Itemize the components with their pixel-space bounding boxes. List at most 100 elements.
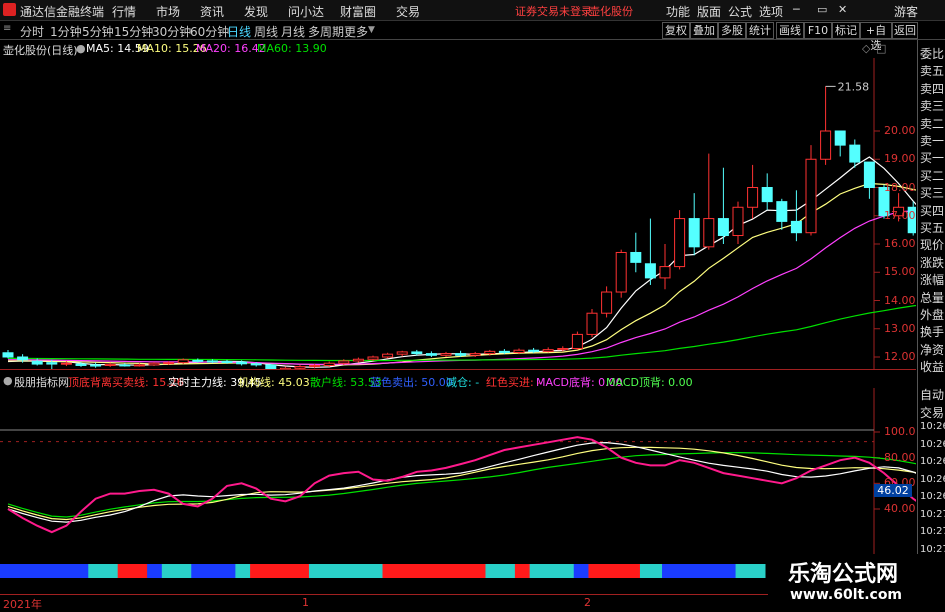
tongji-button[interactable]: 统计 <box>746 22 774 39</box>
signal-bar-segment <box>220 564 229 578</box>
signal-bar-segment <box>500 564 509 578</box>
huaxian-button[interactable]: 画线 <box>776 22 804 39</box>
side-item[interactable]: 卖二 <box>920 115 944 132</box>
candle-body <box>90 364 102 367</box>
signal-bar-segment <box>191 564 200 578</box>
candle-body <box>717 218 729 237</box>
signal-bar-segment <box>470 564 479 578</box>
f10-button[interactable]: F10 <box>804 22 832 39</box>
menu-item-gongneng[interactable]: 功能 <box>666 3 690 20</box>
side-item[interactable]: 卖三 <box>920 97 944 114</box>
side-item[interactable]: 委比 <box>920 45 944 62</box>
signal-bar-segment <box>36 564 45 578</box>
minimize-window-icon[interactable]: ─ <box>793 3 800 16</box>
signal-bar-segment <box>154 564 163 578</box>
side-item[interactable]: 卖一 <box>920 132 944 149</box>
signal-bar-segment <box>132 564 141 578</box>
period-30min[interactable]: 30分钟 <box>152 23 191 40</box>
signal-bar-segment <box>397 564 406 578</box>
trade-login-notice[interactable]: 证券交易未登录 <box>515 3 592 19</box>
y-tick-label: 13.00 <box>884 321 916 335</box>
side-item[interactable]: 卖四 <box>920 80 944 97</box>
side-item[interactable]: 换手 <box>920 323 944 340</box>
period-5min[interactable]: 5分钟 <box>82 23 114 40</box>
candle-body <box>805 158 817 234</box>
watermark-url: www.60lt.com <box>790 587 903 603</box>
menu-item-gongshi[interactable]: 公式 <box>728 3 752 20</box>
side-time-item: 10:27 <box>920 543 945 555</box>
period-more[interactable]: 更多 <box>344 23 368 40</box>
side-item[interactable]: 外盘 <box>920 306 944 323</box>
period-1min[interactable]: 1分钟 <box>50 23 82 40</box>
more-chevron-icon[interactable]: ▼ <box>368 25 375 35</box>
x-label-1: 1 <box>302 596 309 609</box>
menu-item-hangqing[interactable]: 行情 <box>112 3 136 20</box>
candle-body <box>528 349 540 352</box>
menu-item-zixun[interactable]: 资讯 <box>200 3 224 20</box>
menu-item-faxian[interactable]: 发现 <box>244 3 268 20</box>
candle-body <box>820 130 832 160</box>
candle-body <box>688 218 700 248</box>
side-item[interactable]: 现价 <box>920 236 944 253</box>
current-indicator-value: 46.02 <box>874 484 912 497</box>
candle-body <box>834 130 846 146</box>
side-item[interactable]: 买五 <box>920 219 944 236</box>
indicator-chart[interactable] <box>0 388 916 580</box>
menu-item-wenxiaoda[interactable]: 问小达 <box>288 3 324 20</box>
menu-item-jiaoyi[interactable]: 交易 <box>396 3 420 20</box>
side-item[interactable]: 涨幅 <box>920 271 944 288</box>
candle-body <box>659 266 671 279</box>
signal-bar-segment <box>110 564 119 578</box>
add-watchlist-button[interactable]: +自选 <box>860 22 892 52</box>
duogu-button[interactable]: 多股 <box>718 22 746 39</box>
period-monthly[interactable]: 月线 <box>281 23 305 40</box>
signal-bar-segment <box>507 564 516 578</box>
period-60min[interactable]: 60分钟 <box>190 23 229 40</box>
side-item[interactable]: 总量 <box>920 289 944 306</box>
kline-chart[interactable]: 21.5811.00 <box>0 40 916 370</box>
signal-bar-segment <box>654 564 663 578</box>
side-item[interactable]: 涨跌 <box>920 254 944 271</box>
signal-bar-segment <box>14 564 23 578</box>
diejia-button[interactable]: 叠加 <box>690 22 718 39</box>
period-daily[interactable]: 日线 <box>227 23 251 40</box>
period-fenshi[interactable]: 分时 <box>20 23 44 40</box>
period-menu-icon[interactable]: ≡ <box>3 23 11 34</box>
side-item[interactable]: 收益 <box>920 358 944 375</box>
side-item[interactable]: 卖五 <box>920 62 944 79</box>
side-item[interactable]: 买二 <box>920 167 944 184</box>
restore-window-icon[interactable]: ▭ <box>817 3 827 16</box>
signal-bar-segment <box>382 564 391 578</box>
menu-item-caifuquan[interactable]: 财富圈 <box>340 3 376 20</box>
back-button[interactable]: 返回 <box>892 22 918 39</box>
side-item[interactable]: 买四 <box>920 202 944 219</box>
fuquan-button[interactable]: 复权 <box>662 22 690 39</box>
user-label[interactable]: 游客 <box>894 3 918 20</box>
signal-bar-segment <box>375 564 383 578</box>
menu-item-shichang[interactable]: 市场 <box>156 3 180 20</box>
signal-bar-segment <box>213 564 222 578</box>
signal-bar-segment <box>264 564 273 578</box>
side-item[interactable]: 净资 <box>920 341 944 358</box>
menu-item-xuanxiang[interactable]: 选项 <box>759 3 783 20</box>
candle-body <box>31 360 43 365</box>
side-item[interactable]: 买三 <box>920 184 944 201</box>
signal-bar-segment <box>88 564 97 578</box>
menu-item-banmian[interactable]: 版面 <box>697 3 721 20</box>
candle-body <box>323 362 335 366</box>
period-weekly[interactable]: 周线 <box>254 23 278 40</box>
signal-bar-segment <box>58 564 67 578</box>
candle-body <box>455 353 467 356</box>
y-tick-label: 16.00 <box>884 237 916 250</box>
candle-body <box>703 218 715 248</box>
y-tick-label: 12.00 <box>884 350 916 363</box>
close-window-icon[interactable]: ✕ <box>838 3 847 16</box>
signal-bar-segment <box>44 564 52 578</box>
biaoji-button[interactable]: 标记 <box>832 22 860 39</box>
signal-bar-segment <box>228 564 236 578</box>
side-item[interactable]: 买一 <box>920 149 944 166</box>
candle-body <box>513 349 525 353</box>
indicator-toggle-icon[interactable]: ● <box>3 374 13 387</box>
period-multi[interactable]: 多周期 <box>308 23 344 40</box>
period-15min[interactable]: 15分钟 <box>114 23 153 40</box>
